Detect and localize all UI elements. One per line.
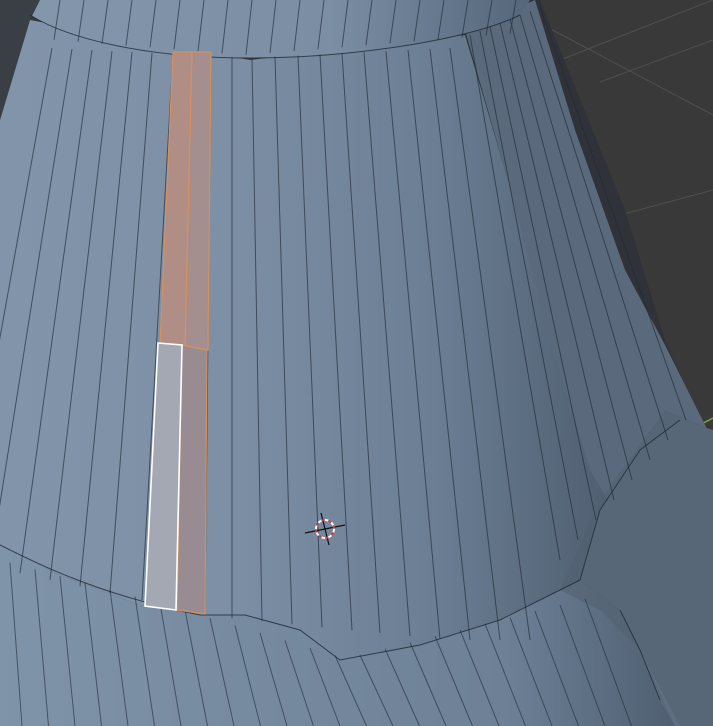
3d-viewport[interactable] (0, 0, 713, 726)
